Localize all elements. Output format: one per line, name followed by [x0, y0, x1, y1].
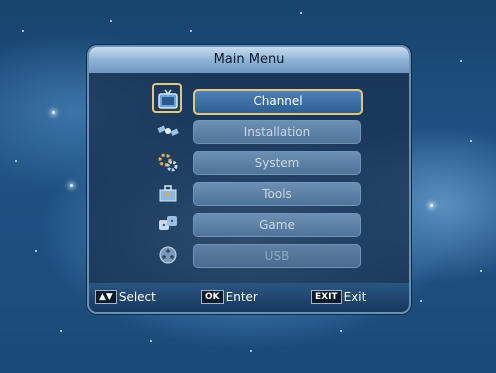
menu-item-usb[interactable]: USB: [89, 242, 409, 270]
menu-item-label[interactable]: Channel: [193, 89, 363, 115]
hint-exit: EXIT Exit: [311, 290, 366, 304]
tv-icon: [155, 87, 181, 113]
menu-item-tools[interactable]: Tools: [89, 180, 409, 208]
film-reel-icon: [155, 242, 181, 268]
arrow-keys-icon: ▲▼: [95, 290, 117, 304]
menu-item-label[interactable]: Tools: [193, 182, 361, 206]
main-menu-panel: Main Menu Channel Installation System To…: [87, 45, 411, 314]
menu-title: Main Menu: [89, 47, 409, 73]
menu-item-label[interactable]: Game: [193, 213, 361, 237]
hint-label: Exit: [343, 290, 367, 304]
menu-item-installation[interactable]: Installation: [89, 118, 409, 146]
menu-item-label[interactable]: USB: [193, 244, 361, 268]
satellite-icon: [155, 118, 181, 144]
menu-item-game[interactable]: Game: [89, 211, 409, 239]
menu-item-system[interactable]: System: [89, 149, 409, 177]
hint-select: ▲▼ Select: [95, 290, 156, 304]
hint-label: Select: [118, 290, 156, 304]
hint-enter: OK Enter: [201, 290, 258, 304]
exit-key-icon: EXIT: [311, 290, 342, 304]
hint-label: Enter: [225, 290, 258, 304]
key-hint-bar: ▲▼ Select OK Enter EXIT Exit: [89, 283, 409, 312]
gears-icon: [155, 149, 181, 175]
ok-key-icon: OK: [201, 290, 224, 304]
dice-icon: [155, 211, 181, 237]
menu-item-label[interactable]: Installation: [193, 120, 361, 144]
menu-item-label[interactable]: System: [193, 151, 361, 175]
toolbox-icon: [155, 180, 181, 206]
menu-item-channel[interactable]: Channel: [89, 83, 409, 115]
